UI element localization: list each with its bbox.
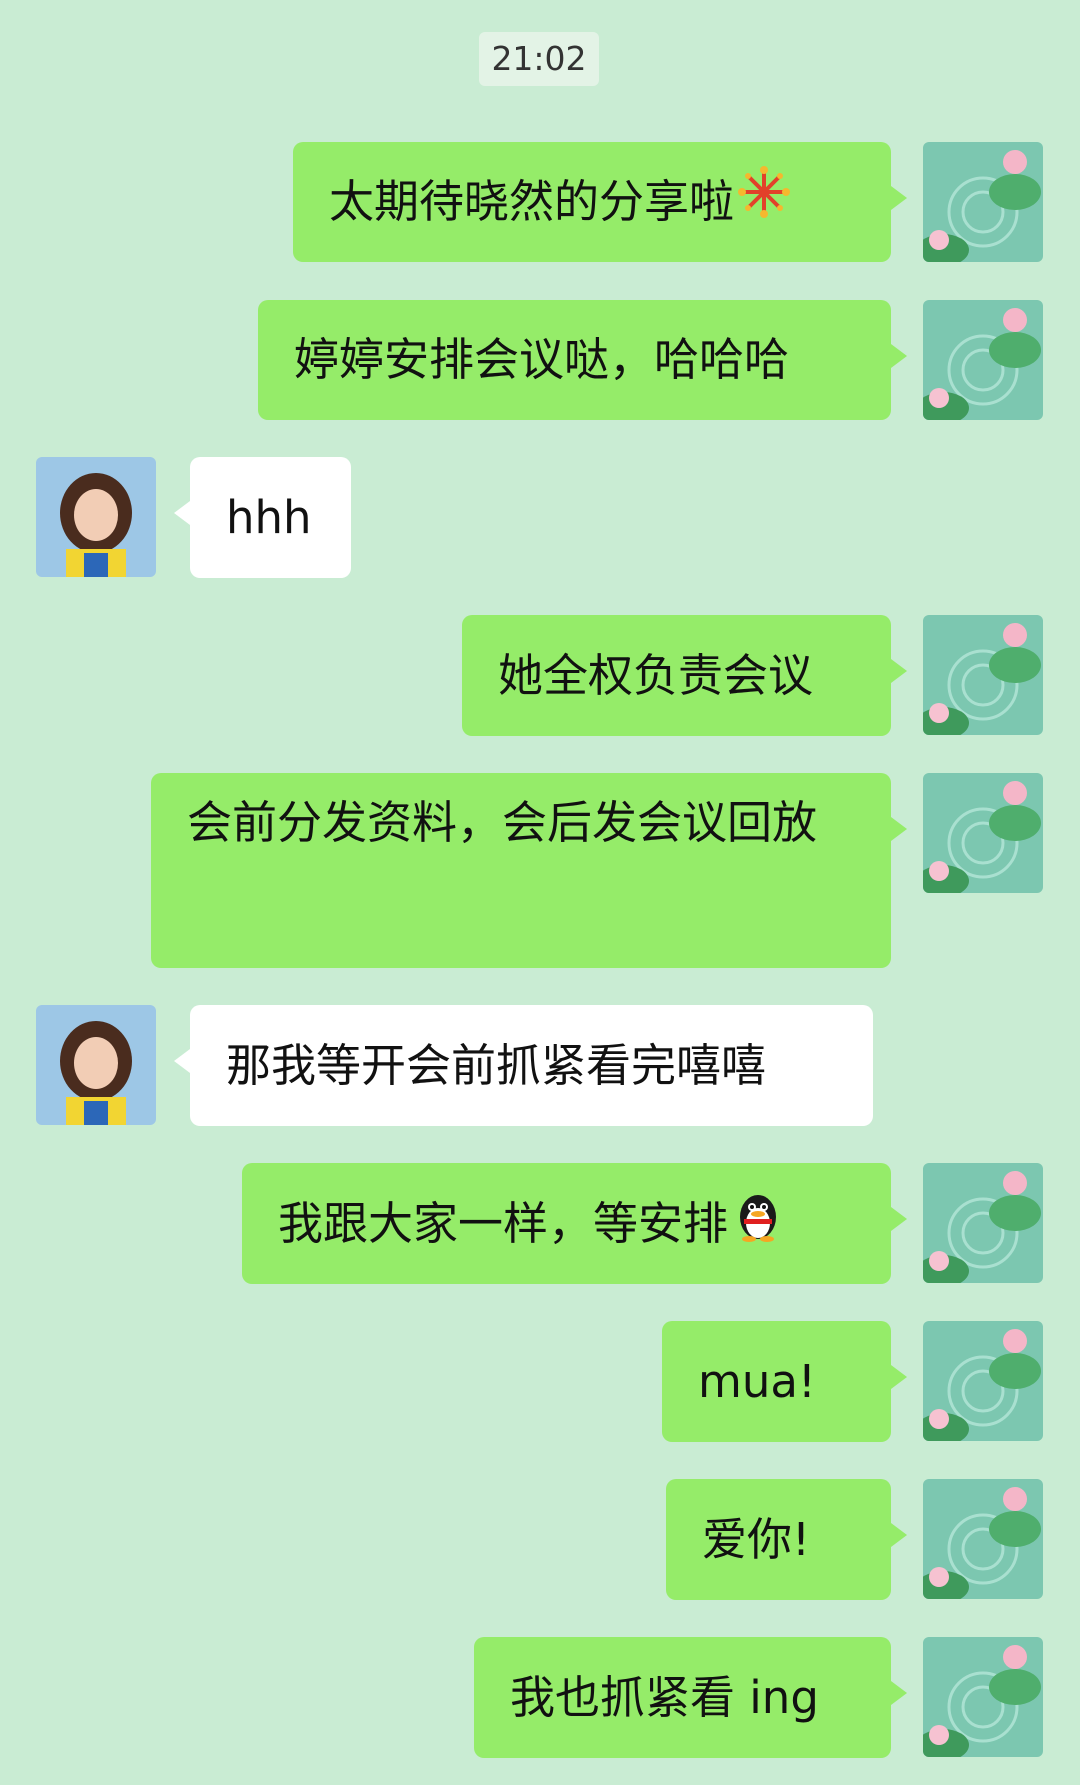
message-bubble-outgoing[interactable]: 我跟大家一样，等安排: [242, 1163, 907, 1284]
message-text: 会前分发资料，会后发会议回放: [187, 796, 818, 849]
message-bubble-outgoing[interactable]: 太期待晓然的分享啦: [293, 142, 907, 265]
my-avatar[interactable]: [923, 1637, 1043, 1757]
message-bubble-outgoing[interactable]: 会前分发资料，会后发会议回放: [151, 773, 907, 968]
my-avatar[interactable]: [923, 142, 1043, 262]
my-avatar[interactable]: [923, 615, 1043, 735]
message-text: 她全权负责会议: [498, 649, 814, 702]
message-text: 那我等开会前抓紧看完嘻嘻: [226, 1039, 767, 1092]
penguin-icon: [730, 1167, 786, 1288]
my-avatar[interactable]: [923, 1479, 1043, 1599]
message-text: 爱你!: [702, 1513, 811, 1566]
message-bubble-incoming[interactable]: 那我等开会前抓紧看完嘻嘻: [174, 1005, 873, 1126]
contact-avatar[interactable]: [36, 457, 156, 577]
my-avatar[interactable]: [923, 300, 1043, 420]
message-text: mua!: [698, 1355, 816, 1408]
chat-area: 21:02 太期待晓然的分享啦 婷婷安排会议哒，哈哈哈 hhh 她全权负责会议 …: [0, 0, 1080, 1785]
message-text: 我跟大家一样，等安排: [278, 1197, 729, 1250]
message-text: hhh: [226, 491, 312, 544]
message-bubble-outgoing[interactable]: 我也抓紧看 ing: [474, 1637, 907, 1758]
message-bubble-outgoing[interactable]: 她全权负责会议: [462, 615, 907, 736]
message-text: 婷婷安排会议哒，哈哈哈: [294, 333, 790, 386]
message-bubble-outgoing[interactable]: 爱你!: [666, 1479, 907, 1600]
contact-avatar[interactable]: [36, 1005, 156, 1125]
my-avatar[interactable]: [923, 773, 1043, 893]
message-text: 我也抓紧看 ing: [510, 1671, 819, 1724]
fireworks-icon: [736, 145, 792, 265]
message-text: 太期待晓然的分享啦: [329, 175, 735, 228]
message-bubble-outgoing[interactable]: mua!: [662, 1321, 907, 1442]
my-avatar[interactable]: [923, 1321, 1043, 1441]
message-timestamp: 21:02: [479, 32, 599, 86]
message-bubble-outgoing[interactable]: 婷婷安排会议哒，哈哈哈: [258, 300, 907, 420]
my-avatar[interactable]: [923, 1163, 1043, 1283]
message-bubble-incoming[interactable]: hhh: [174, 457, 351, 578]
